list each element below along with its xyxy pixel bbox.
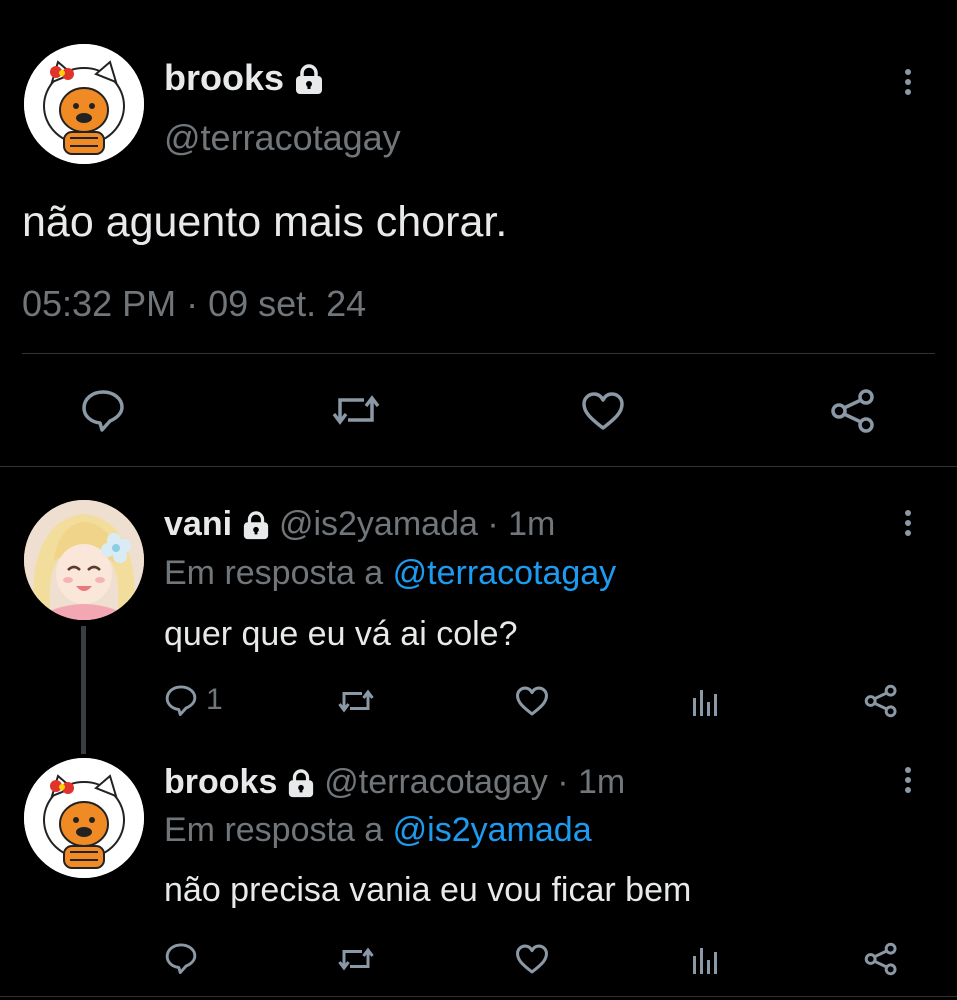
lock-icon <box>287 769 315 799</box>
tweet-text: quer que eu vá ai cole? <box>164 615 518 653</box>
avatar-image <box>24 44 144 164</box>
avatar[interactable] <box>24 758 144 878</box>
author-row: brooks @terracotagay · 1m <box>164 762 625 802</box>
reply-icon[interactable] <box>164 684 198 716</box>
reply-prefix: Em resposta a <box>164 811 384 849</box>
like-icon[interactable] <box>514 943 550 975</box>
display-name[interactable]: vani <box>164 505 232 543</box>
share-icon[interactable] <box>830 388 876 434</box>
more-options-icon[interactable] <box>896 767 920 797</box>
analytics-icon[interactable] <box>690 944 720 976</box>
like-icon[interactable] <box>580 390 626 432</box>
retweet-icon[interactable] <box>336 686 376 716</box>
relative-time[interactable]: · 1m <box>487 505 555 543</box>
avatar[interactable] <box>24 44 144 164</box>
reply-prefix: Em resposta a <box>164 554 384 592</box>
retweet-icon[interactable] <box>330 390 382 430</box>
reply-icon[interactable] <box>80 388 126 432</box>
handle[interactable]: @is2yamada <box>279 505 478 543</box>
tweet-timestamp[interactable]: 05:32 PM · 09 set. 24 <box>22 284 366 324</box>
analytics-icon[interactable] <box>690 686 720 718</box>
reply-to-mention[interactable]: @terracotagay <box>393 554 617 592</box>
retweet-icon[interactable] <box>336 944 376 974</box>
divider <box>0 466 957 467</box>
more-options-icon[interactable] <box>896 69 920 99</box>
reply-icon[interactable] <box>164 942 198 974</box>
divider <box>22 353 935 354</box>
avatar-image <box>24 758 144 878</box>
like-icon[interactable] <box>514 685 550 717</box>
thread-line <box>81 626 86 754</box>
handle[interactable]: @terracotagay <box>164 118 401 158</box>
display-name[interactable]: brooks <box>164 57 284 98</box>
author-row: vani @is2yamada · 1m <box>164 504 555 544</box>
tweet-text: não precisa vania eu vou ficar bem <box>164 871 692 909</box>
handle[interactable]: @terracotagay <box>324 763 548 801</box>
lock-icon <box>294 64 324 96</box>
reply-count: 1 <box>206 683 223 716</box>
reply-to-mention[interactable]: @is2yamada <box>393 811 592 849</box>
divider <box>0 996 957 997</box>
reply-context: Em resposta a @is2yamada <box>164 810 592 850</box>
avatar[interactable] <box>24 500 144 620</box>
display-name[interactable]: brooks <box>164 763 277 801</box>
author-row: brooks <box>164 58 324 98</box>
tweet-text: não aguento mais chorar. <box>22 198 508 246</box>
share-icon[interactable] <box>864 942 898 976</box>
more-options-icon[interactable] <box>896 510 920 540</box>
relative-time[interactable]: · 1m <box>557 763 625 801</box>
avatar-image <box>24 500 144 620</box>
reply-context: Em resposta a @terracotagay <box>164 553 616 593</box>
lock-icon <box>242 511 270 541</box>
share-icon[interactable] <box>864 684 898 718</box>
